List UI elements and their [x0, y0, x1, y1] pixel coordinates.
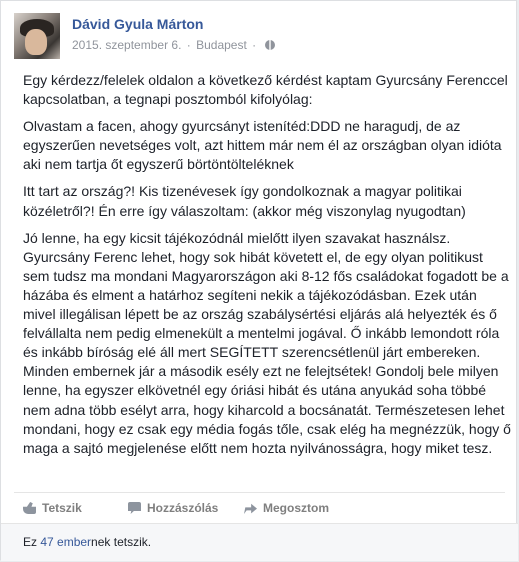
- like-icon: [23, 502, 36, 514]
- post-date[interactable]: 2015. szeptember 6.: [72, 38, 181, 52]
- post-paragraph: Olvastam a facen, ahogy gyurcsányt isten…: [23, 118, 502, 173]
- globe-icon[interactable]: [264, 40, 275, 50]
- comment-button[interactable]: Hozzászólás: [128, 501, 218, 515]
- post-card: Dávid Gyula Márton 2015. szeptember 6. ·…: [0, 0, 518, 561]
- avatar[interactable]: [14, 13, 60, 59]
- meta-separator: ·: [186, 38, 191, 52]
- likes-summary: Ez 47 embernek tetszik.: [1, 523, 518, 561]
- share-label: Megosztom: [263, 501, 329, 515]
- likes-prefix: Ez: [23, 535, 41, 549]
- like-button[interactable]: Tetszik: [23, 501, 82, 515]
- likes-text: Ez 47 embernek tetszik.: [23, 535, 151, 549]
- post-header: Dávid Gyula Márton 2015. szeptember 6. ·…: [14, 13, 509, 65]
- post-paragraph: Itt tart az ország?! Kis tizenévesek így…: [23, 183, 466, 219]
- likes-suffix: nek tetszik.: [91, 535, 152, 549]
- share-button[interactable]: Megosztom: [244, 501, 329, 515]
- author-name[interactable]: Dávid Gyula Márton: [72, 16, 203, 32]
- like-label: Tetszik: [42, 501, 82, 515]
- post-location[interactable]: Budapest: [196, 38, 247, 52]
- comment-icon: [128, 502, 141, 514]
- comment-label: Hozzászólás: [147, 501, 219, 515]
- likes-count-link[interactable]: 47 ember: [40, 535, 91, 549]
- meta-separator: ·: [252, 38, 257, 52]
- post-meta: 2015. szeptember 6. · Budapest ·: [72, 38, 275, 52]
- post-paragraph: Egy kérdezz/felelek oldalon a következő …: [23, 72, 508, 108]
- post-body: Egy kérdezz/felelek oldalon a következő …: [23, 71, 511, 466]
- avatar-face: [25, 29, 47, 55]
- post-actions: Tetszik Hozzászólás Megosztom: [14, 492, 505, 523]
- share-icon: [244, 503, 257, 514]
- post-paragraph: Jó lenne, ha egy kicsit tájékozódnál mie…: [23, 229, 511, 456]
